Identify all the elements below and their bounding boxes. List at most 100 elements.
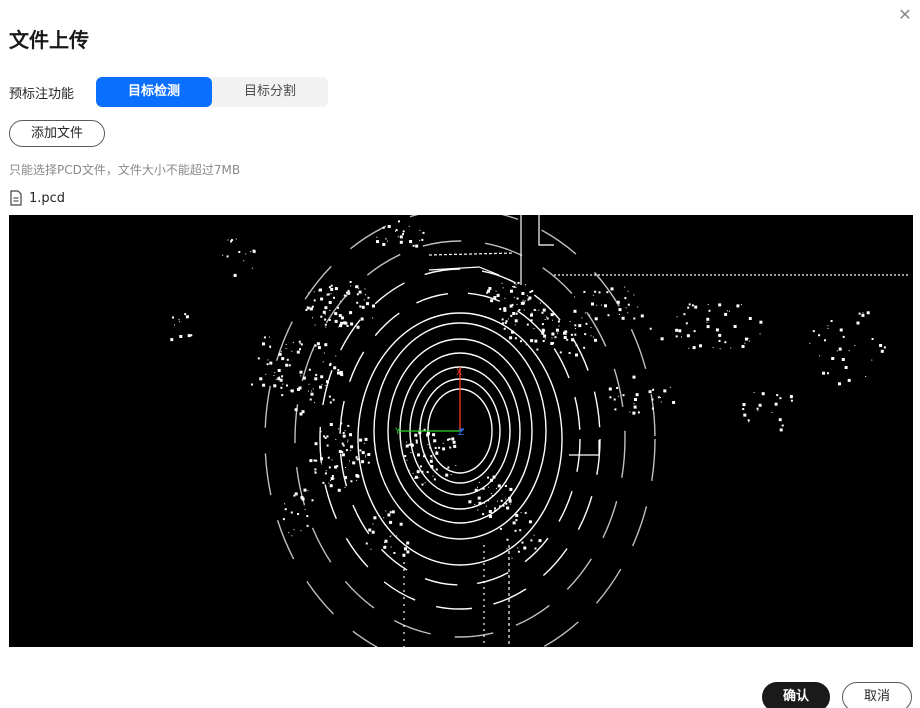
point [356, 301, 359, 304]
point [694, 305, 698, 309]
point [436, 459, 438, 461]
point [575, 344, 578, 347]
point [740, 304, 742, 306]
point [356, 325, 360, 329]
point-cloud-canvas[interactable]: X Y Z [9, 215, 913, 647]
point [622, 394, 625, 397]
point [594, 290, 597, 293]
point [521, 292, 525, 295]
cancel-button[interactable]: 取消 [842, 682, 912, 708]
add-file-button[interactable]: 添加文件 [9, 120, 105, 147]
point [774, 402, 778, 406]
point [544, 319, 546, 320]
point [297, 387, 300, 391]
point [632, 375, 636, 379]
point [337, 428, 339, 430]
point [323, 435, 326, 438]
point [408, 225, 410, 227]
point [583, 290, 586, 293]
point-cloud-viewer[interactable]: X Y Z [9, 215, 913, 647]
annotation-row: 预标注功能 目标检测 目标分割 [9, 77, 328, 107]
point [551, 319, 553, 321]
point [383, 517, 385, 519]
point [442, 447, 446, 451]
point [517, 547, 519, 549]
point [865, 376, 867, 377]
point [413, 477, 415, 479]
tab-object-detection[interactable]: 目标检测 [96, 77, 212, 107]
point [541, 328, 545, 332]
point [504, 309, 506, 311]
point [389, 511, 392, 514]
annotation-label: 预标注功能 [9, 86, 75, 102]
tab-object-segmentation[interactable]: 目标分割 [212, 77, 328, 107]
point [329, 401, 332, 404]
point [660, 401, 662, 403]
point [569, 321, 571, 322]
point [433, 478, 436, 481]
point [634, 398, 637, 401]
point [730, 347, 732, 349]
point [307, 390, 309, 392]
point [298, 340, 301, 343]
point [314, 344, 317, 347]
point [320, 431, 322, 433]
point [226, 255, 229, 258]
point [516, 297, 519, 300]
point [376, 240, 379, 244]
point [390, 546, 392, 548]
point [319, 288, 322, 292]
point [331, 459, 333, 461]
point [257, 357, 260, 360]
point [511, 330, 514, 334]
point [277, 369, 281, 372]
point [385, 238, 387, 240]
point [487, 476, 490, 479]
point [356, 293, 359, 296]
point [506, 548, 508, 550]
point [408, 470, 410, 472]
point [520, 301, 524, 305]
point [706, 321, 708, 323]
point [790, 399, 793, 402]
point [726, 310, 728, 312]
point [779, 397, 782, 400]
point [453, 444, 457, 448]
point [366, 302, 369, 306]
point [398, 220, 400, 223]
point [501, 282, 503, 284]
point [325, 470, 327, 472]
point [604, 304, 607, 308]
point [514, 337, 517, 340]
point [309, 398, 312, 401]
point [306, 524, 309, 527]
point [742, 408, 745, 410]
point [414, 475, 418, 479]
point [349, 460, 350, 462]
point [522, 299, 524, 301]
point [415, 244, 419, 248]
point [315, 373, 318, 376]
close-icon[interactable]: ✕ [896, 6, 914, 24]
point [227, 239, 229, 241]
point [306, 515, 309, 518]
point [506, 506, 510, 510]
point [445, 473, 449, 477]
point [387, 513, 391, 517]
point [515, 286, 517, 288]
point [733, 325, 737, 328]
file-item[interactable]: 1.pcd [9, 190, 65, 206]
point [337, 369, 340, 372]
point [359, 438, 363, 442]
confirm-button[interactable]: 确认 [762, 682, 830, 708]
point [344, 476, 348, 480]
point [383, 545, 387, 549]
point [364, 288, 366, 290]
point [286, 358, 289, 361]
point [880, 349, 884, 353]
point [718, 340, 721, 342]
point [309, 369, 311, 371]
point [421, 238, 424, 241]
point [306, 306, 310, 310]
point [544, 338, 546, 340]
